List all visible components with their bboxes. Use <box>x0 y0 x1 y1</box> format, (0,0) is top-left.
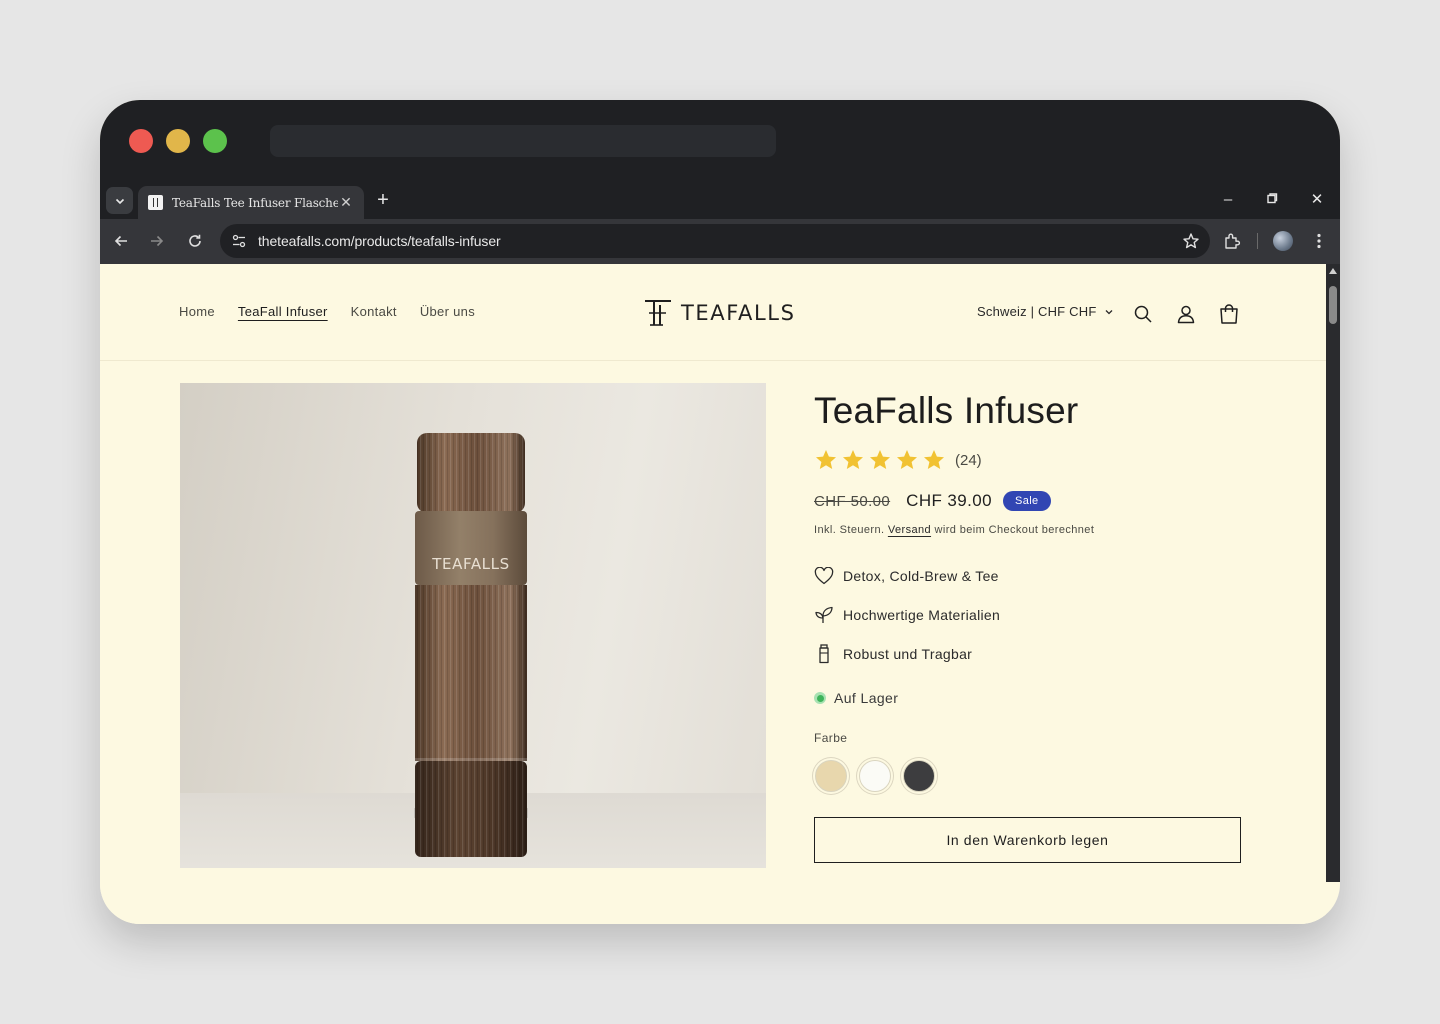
bookmark-star-icon[interactable] <box>1182 232 1200 255</box>
extensions-icon[interactable] <box>1221 230 1243 252</box>
old-price: CHF 50.00 <box>814 492 891 510</box>
page-scrollbar[interactable] <box>1326 264 1340 882</box>
locale-selector[interactable]: Schweiz | CHF CHF <box>977 304 1114 319</box>
locale-label: Schweiz | CHF CHF <box>977 304 1097 319</box>
color-swatch-white[interactable] <box>859 760 891 792</box>
minimize-window-dot[interactable] <box>166 129 190 153</box>
bottle-icon <box>814 644 834 664</box>
site-logo[interactable]: TEAFALLS <box>643 298 796 328</box>
scroll-up-arrow-icon[interactable] <box>1329 268 1337 274</box>
close-icon[interactable]: ✕ <box>1305 190 1329 210</box>
scroll-thumb[interactable] <box>1329 286 1337 324</box>
shipping-link[interactable]: Versand <box>888 524 931 536</box>
search-icon[interactable] <box>1131 302 1155 326</box>
account-icon[interactable] <box>1174 302 1198 326</box>
restore-icon[interactable] <box>1260 190 1284 210</box>
new-tab-button[interactable]: + <box>372 189 394 211</box>
chevron-down-icon <box>115 198 124 204</box>
back-icon[interactable] <box>110 230 132 252</box>
site-settings-icon[interactable] <box>230 232 248 250</box>
nav-ueber-uns[interactable]: Über uns <box>420 304 475 319</box>
more-menu-icon[interactable] <box>1308 230 1330 252</box>
add-to-cart-button[interactable]: In den Warenkorb legen <box>814 817 1241 863</box>
profile-avatar[interactable] <box>1272 230 1294 252</box>
product-title: TeaFalls Infuser <box>814 390 1079 431</box>
tax-note: Inkl. Steuern. Versand wird beim Checkou… <box>814 524 1095 536</box>
tab-title: TeaFalls Tee Infuser Flasche <box>172 195 338 210</box>
url-text: theteafalls.com/products/teafalls-infuse… <box>258 233 501 249</box>
forward-icon[interactable] <box>146 230 168 252</box>
nav-home[interactable]: Home <box>179 304 215 319</box>
in-stock-dot-icon <box>814 692 826 704</box>
main-nav: Home TeaFall Infuser Kontakt Über uns <box>179 304 498 319</box>
tab-strip: TeaFalls Tee Infuser Flasche ✕ + – ✕ <box>100 184 1340 219</box>
color-swatch-black[interactable] <box>903 760 935 792</box>
reload-icon[interactable] <box>184 230 206 252</box>
nav-kontakt[interactable]: Kontakt <box>351 304 397 319</box>
rating-count: (24) <box>955 451 982 469</box>
price-block: CHF 50.00 CHF 39.00 Sale <box>814 491 1051 511</box>
cart-icon[interactable] <box>1217 302 1241 326</box>
feature-label: Robust und Tragbar <box>843 646 973 662</box>
bottle-image: TEAFALLS <box>414 433 528 857</box>
minimize-icon[interactable]: – <box>1216 190 1240 210</box>
site-header: Home TeaFall Infuser Kontakt Über uns TE… <box>100 264 1326 361</box>
address-bar[interactable]: theteafalls.com/products/teafalls-infuse… <box>220 224 1210 258</box>
star-icon <box>924 450 944 469</box>
sale-price: CHF 39.00 <box>906 491 992 510</box>
stock-label: Auf Lager <box>834 690 899 706</box>
heart-icon <box>814 566 834 586</box>
leaf-icon <box>814 605 834 625</box>
sale-badge: Sale <box>1002 491 1051 511</box>
feature-label: Detox, Cold-Brew & Tee <box>843 568 999 584</box>
maximize-window-dot[interactable] <box>203 129 227 153</box>
star-icon <box>897 450 917 469</box>
browser-tab[interactable]: TeaFalls Tee Infuser Flasche ✕ <box>138 186 364 219</box>
window-titlebar <box>100 100 1340 184</box>
star-icon <box>870 450 890 469</box>
logo-text: TEAFALLS <box>681 301 796 325</box>
tab-close-icon[interactable]: ✕ <box>338 194 354 211</box>
svg-text:TEAFALLS: TEAFALLS <box>431 555 509 573</box>
tab-search-button[interactable] <box>106 187 133 214</box>
stock-status: Auf Lager <box>814 690 898 706</box>
star-icon <box>816 450 836 469</box>
color-label: Farbe <box>814 731 848 745</box>
close-window-dot[interactable] <box>129 129 153 153</box>
feature-item: Robust und Tragbar <box>814 644 972 664</box>
browser-toolbar: theteafalls.com/products/teafalls-infuse… <box>100 219 1340 264</box>
color-swatch-beige[interactable] <box>815 760 847 792</box>
feature-label: Hochwertige Materialien <box>843 607 1001 623</box>
product-image[interactable]: TEAFALLS <box>180 383 766 868</box>
title-bar-pill <box>270 125 776 157</box>
feature-item: Hochwertige Materialien <box>814 605 1000 625</box>
toolbar-separator <box>1257 233 1258 249</box>
favicon-icon <box>148 195 163 210</box>
browser-window: TeaFalls Tee Infuser Flasche ✕ + – ✕ the… <box>100 100 1340 924</box>
rating-stars[interactable]: (24) <box>814 448 982 472</box>
chevron-down-icon <box>1106 309 1113 314</box>
web-page: Home TeaFall Infuser Kontakt Über uns TE… <box>100 264 1326 924</box>
star-icon <box>843 450 863 469</box>
nav-teafall-infuser[interactable]: TeaFall Infuser <box>238 304 328 319</box>
feature-item: Detox, Cold-Brew & Tee <box>814 566 999 586</box>
logo-mark-icon <box>645 300 671 326</box>
